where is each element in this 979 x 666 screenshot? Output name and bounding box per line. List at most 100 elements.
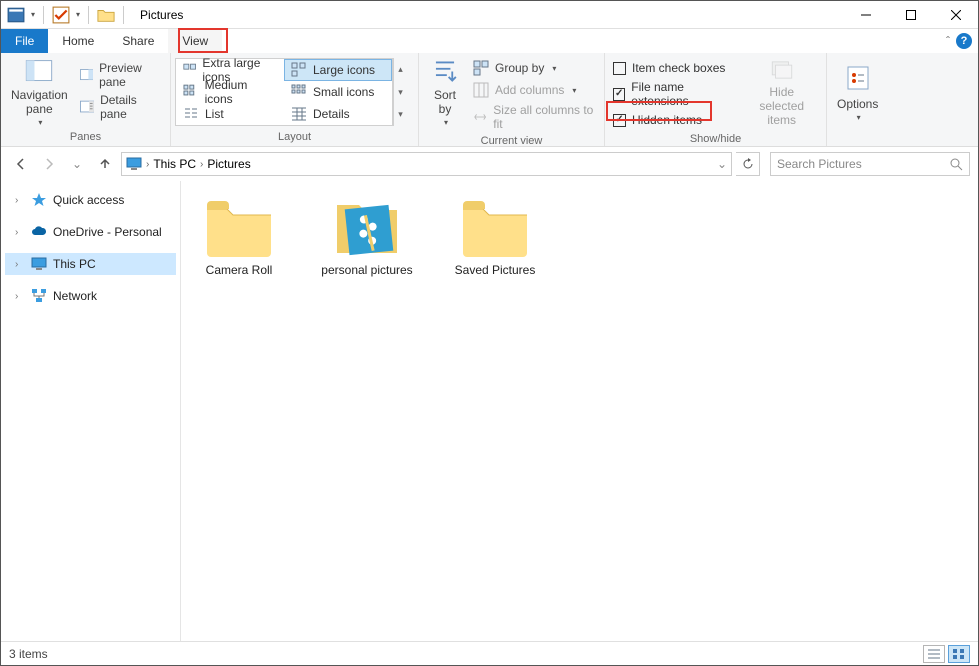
- refresh-button[interactable]: [736, 152, 760, 176]
- qat-icon-properties[interactable]: [7, 6, 25, 24]
- view-details-toggle[interactable]: [923, 645, 945, 663]
- item-label: Camera Roll: [206, 263, 273, 277]
- hidden-items-toggle[interactable]: Hidden items: [609, 109, 741, 131]
- preview-pane-button[interactable]: Preview pane: [74, 59, 166, 91]
- file-tab[interactable]: File: [1, 29, 48, 53]
- preview-pane-label: Preview pane: [99, 61, 160, 89]
- item-label: personal pictures: [321, 263, 412, 277]
- ribbon: Navigation pane ▾ Preview pane Details p…: [1, 53, 978, 147]
- monitor-icon: [31, 256, 47, 272]
- checkbox-icon: [613, 88, 625, 101]
- hidden-items-label: Hidden items: [632, 113, 702, 127]
- expand-icon[interactable]: ›: [15, 195, 25, 206]
- recent-locations-button[interactable]: ⌄: [65, 152, 89, 176]
- divider: [123, 6, 124, 24]
- sort-by-button[interactable]: Sort by ▾: [423, 55, 467, 129]
- tree-label: Network: [53, 289, 97, 303]
- folder-icon: [331, 199, 403, 257]
- hide-selected-items-button: Hide selected items: [741, 55, 822, 129]
- layout-medium-icons[interactable]: Medium icons: [176, 81, 284, 103]
- folder-item[interactable]: Camera Roll: [191, 199, 287, 277]
- network-icon: [31, 288, 47, 304]
- tree-item-network[interactable]: › Network: [5, 285, 176, 307]
- close-button[interactable]: [933, 1, 978, 29]
- tree-label: OneDrive - Personal: [53, 225, 162, 239]
- tree-item-onedrive[interactable]: › OneDrive - Personal: [5, 221, 176, 243]
- tree-item-quick-access[interactable]: › Quick access: [5, 189, 176, 211]
- expand-icon[interactable]: ›: [15, 259, 25, 270]
- titlebar: ▾ ▾ Pictures: [1, 1, 978, 29]
- navigation-tree: › Quick access › OneDrive - Personal › T…: [1, 181, 181, 641]
- options-label: Options: [837, 97, 878, 111]
- chevron-down-icon: ▾: [552, 64, 556, 73]
- chevron-right-icon[interactable]: ›: [146, 159, 149, 170]
- breadcrumb-segment[interactable]: Pictures: [207, 157, 250, 171]
- group-label-panes: Panes: [5, 129, 166, 146]
- checkbox-icon: [613, 114, 626, 127]
- group-by-button[interactable]: Group by▾: [467, 57, 600, 79]
- maximize-button[interactable]: [888, 1, 933, 29]
- divider: [88, 6, 89, 24]
- chevron-down-icon: ▾: [857, 113, 861, 122]
- minimize-button[interactable]: [843, 1, 888, 29]
- add-columns-button: Add columns▾: [467, 79, 600, 101]
- file-name-extensions-toggle[interactable]: File name extensions: [609, 79, 741, 109]
- collapse-ribbon-icon[interactable]: ˆ: [946, 34, 950, 48]
- item-check-boxes-label: Item check boxes: [632, 61, 725, 75]
- chevron-down-icon: ▾: [38, 118, 42, 127]
- chevron-down-icon: ▾: [444, 118, 448, 127]
- navigation-pane-button[interactable]: Navigation pane ▾: [5, 55, 74, 129]
- folder-icon: [459, 199, 531, 257]
- details-pane-button[interactable]: Details pane: [74, 91, 166, 123]
- navigation-row: ⌄ › This PC › Pictures ⌄ Search Pictures: [1, 147, 978, 181]
- layout-label: Large icons: [313, 63, 375, 77]
- layout-list[interactable]: List: [176, 103, 284, 125]
- quick-access-toolbar: ▾ ▾ Pictures: [1, 6, 183, 24]
- qat-dropdown-icon[interactable]: ▾: [76, 10, 80, 19]
- size-all-columns-button: Size all columns to fit: [467, 101, 600, 133]
- qat-icon-check[interactable]: [52, 6, 70, 24]
- tree-label: This PC: [53, 257, 96, 271]
- star-icon: [31, 192, 47, 208]
- address-bar[interactable]: › This PC › Pictures ⌄: [121, 152, 732, 176]
- hide-selected-label: Hide selected items: [747, 85, 816, 127]
- up-button[interactable]: [93, 152, 117, 176]
- status-bar: 3 items: [1, 641, 978, 665]
- layout-scroll[interactable]: ▴▾▾: [393, 58, 407, 126]
- tab-share[interactable]: Share: [108, 29, 168, 53]
- status-item-count: 3 items: [9, 647, 48, 661]
- layout-small-icons[interactable]: Small icons: [284, 81, 392, 103]
- layout-label: Medium icons: [205, 78, 277, 106]
- layout-label: List: [205, 107, 224, 121]
- folder-item[interactable]: Saved Pictures: [447, 199, 543, 277]
- cloud-icon: [31, 224, 47, 240]
- layout-details[interactable]: Details: [284, 103, 392, 125]
- qat-dropdown-icon[interactable]: ▾: [31, 10, 35, 19]
- item-label: Saved Pictures: [455, 263, 536, 277]
- tree-label: Quick access: [53, 193, 124, 207]
- tree-item-this-pc[interactable]: › This PC: [5, 253, 176, 275]
- expand-icon[interactable]: ›: [15, 227, 25, 238]
- folder-item[interactable]: personal pictures: [319, 199, 415, 277]
- breadcrumb-segment[interactable]: This PC: [153, 157, 196, 171]
- layout-large-icons[interactable]: Large icons: [284, 59, 392, 81]
- options-button[interactable]: Options ▾: [831, 55, 884, 129]
- divider: [43, 6, 44, 24]
- content-area[interactable]: Camera Roll personal pictures Sa: [181, 181, 978, 641]
- size-all-label: Size all columns to fit: [493, 103, 594, 131]
- expand-icon[interactable]: ›: [15, 291, 25, 302]
- item-check-boxes-toggle[interactable]: Item check boxes: [609, 57, 741, 79]
- navigation-pane-label: Navigation pane: [11, 88, 68, 116]
- forward-button[interactable]: [37, 152, 61, 176]
- folder-icon: [203, 199, 275, 257]
- search-input[interactable]: Search Pictures: [770, 152, 970, 176]
- chevron-right-icon[interactable]: ›: [200, 159, 203, 170]
- tab-home[interactable]: Home: [48, 29, 108, 53]
- back-button[interactable]: [9, 152, 33, 176]
- address-dropdown-icon[interactable]: ⌄: [717, 157, 727, 171]
- tab-view[interactable]: View: [168, 29, 222, 53]
- layout-label: Small icons: [313, 85, 374, 99]
- view-icons-toggle[interactable]: [948, 645, 970, 663]
- help-icon[interactable]: ?: [956, 33, 972, 49]
- menubar: File Home Share View ˆ ?: [1, 29, 978, 53]
